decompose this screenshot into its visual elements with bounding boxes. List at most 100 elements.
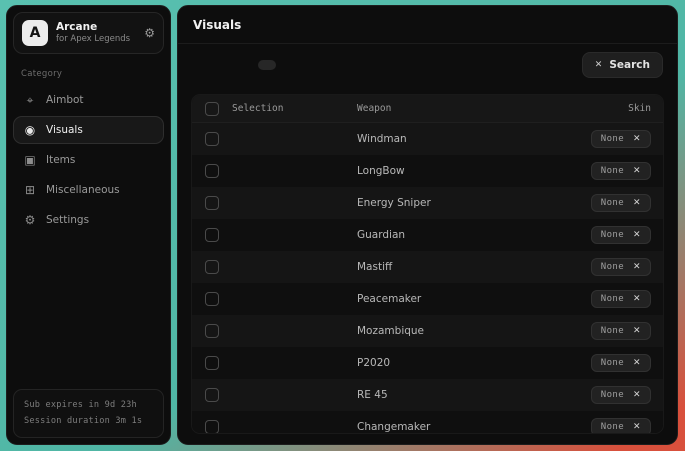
skin-value: None <box>601 390 624 400</box>
skin-table: Selection Weapon Skin Windman None <box>191 94 664 434</box>
clear-skin-icon[interactable]: ✕ <box>633 230 641 240</box>
skin-value: None <box>601 358 624 368</box>
app-window: A Arcane for Apex Legends ⚙ Category ⌖ A… <box>6 5 678 445</box>
skin-select[interactable]: None ✕ <box>591 322 651 340</box>
clear-skin-icon[interactable]: ✕ <box>633 422 641 432</box>
tab-offscreen[interactable] <box>236 60 254 70</box>
weapon-name: Peacemaker <box>357 293 591 305</box>
row-checkbox[interactable] <box>205 164 219 178</box>
skin-select[interactable]: None ✕ <box>591 226 651 244</box>
tab-highlight[interactable] <box>302 60 320 70</box>
sidebar-nav: ⌖ Aimbot ◉ Visuals ▣ Items ⊞ Miscellaneo… <box>13 86 164 234</box>
clear-skin-icon[interactable]: ✕ <box>633 326 641 336</box>
clear-skin-icon[interactable]: ✕ <box>633 166 641 176</box>
app-logo: A <box>22 20 48 46</box>
skin-select[interactable]: None ✕ <box>591 194 651 212</box>
table-row: Guardian None ✕ <box>192 219 663 251</box>
table-row: Mastiff None ✕ <box>192 251 663 283</box>
sidebar-item-settings[interactable]: ⚙ Settings <box>13 206 164 234</box>
select-all-checkbox[interactable] <box>205 102 219 116</box>
app-subtitle: for Apex Legends <box>56 34 136 45</box>
row-checkbox[interactable] <box>205 260 219 274</box>
crosshair-icon: ⌖ <box>23 93 37 108</box>
table-row: Changemaker None ✕ <box>192 411 663 434</box>
skin-value: None <box>601 262 624 272</box>
skin-value: None <box>601 326 624 336</box>
weapon-name: Guardian <box>357 229 591 241</box>
row-checkbox[interactable] <box>205 356 219 370</box>
table-row: LongBow None ✕ <box>192 155 663 187</box>
weapon-name: Energy Sniper <box>357 197 591 209</box>
app-name: Arcane <box>56 21 136 34</box>
grid-icon: ⊞ <box>23 183 37 197</box>
skin-value: None <box>601 166 624 176</box>
session-duration-text: Session duration 3m 1s <box>24 414 153 429</box>
table-row: Peacemaker None ✕ <box>192 283 663 315</box>
clear-skin-icon[interactable]: ✕ <box>633 390 641 400</box>
table-row: Mozambique None ✕ <box>192 315 663 347</box>
skin-select[interactable]: None ✕ <box>591 258 651 276</box>
clear-skin-icon[interactable]: ✕ <box>633 198 641 208</box>
skin-select[interactable]: None ✕ <box>591 386 651 404</box>
tab-list <box>192 60 320 70</box>
clear-skin-icon[interactable]: ✕ <box>633 294 641 304</box>
skin-value: None <box>601 198 624 208</box>
sidebar: A Arcane for Apex Legends ⚙ Category ⌖ A… <box>6 5 171 445</box>
sidebar-item-label: Miscellaneous <box>46 184 120 196</box>
tabs-row: ✕ Search <box>178 44 677 84</box>
row-checkbox[interactable] <box>205 196 219 210</box>
skin-select[interactable]: None ✕ <box>591 418 651 434</box>
skin-value: None <box>601 230 624 240</box>
clear-skin-icon[interactable]: ✕ <box>633 262 641 272</box>
sidebar-item-items[interactable]: ▣ Items <box>13 146 164 174</box>
row-checkbox[interactable] <box>205 324 219 338</box>
table-row: P2020 None ✕ <box>192 347 663 379</box>
table-row: Windman None ✕ <box>192 123 663 155</box>
eye-icon: ◉ <box>23 123 37 137</box>
skin-select[interactable]: None ✕ <box>591 162 651 180</box>
skin-select[interactable]: None ✕ <box>591 130 651 148</box>
search-icon: ✕ <box>595 60 603 70</box>
row-checkbox[interactable] <box>205 292 219 306</box>
sidebar-item-miscellaneous[interactable]: ⊞ Miscellaneous <box>13 176 164 204</box>
weapon-header: Weapon <box>357 103 628 114</box>
sub-expiry-text: Sub expires in 9d 23h <box>24 398 153 413</box>
tab-skin-changer[interactable] <box>258 60 276 70</box>
row-checkbox[interactable] <box>205 228 219 242</box>
weapon-name: Windman <box>357 133 591 145</box>
row-checkbox[interactable] <box>205 420 219 434</box>
skin-value: None <box>601 134 624 144</box>
category-label: Category <box>21 69 164 79</box>
weapon-name: Mastiff <box>357 261 591 273</box>
box-icon: ▣ <box>23 153 37 167</box>
table-body: Windman None ✕ LongBow <box>192 123 663 434</box>
weapon-name: Mozambique <box>357 325 591 337</box>
row-checkbox[interactable] <box>205 388 219 402</box>
tab-players[interactable] <box>192 60 210 70</box>
tab-crosshair[interactable] <box>280 60 298 70</box>
clear-skin-icon[interactable]: ✕ <box>633 134 641 144</box>
main-panel: Visuals ✕ Search Selection Weapon Skin <box>177 5 678 445</box>
gear-icon[interactable]: ⚙ <box>144 26 155 40</box>
sidebar-item-visuals[interactable]: ◉ Visuals <box>13 116 164 144</box>
skin-value: None <box>601 422 624 432</box>
table-row: RE 45 None ✕ <box>192 379 663 411</box>
page-title: Visuals <box>193 18 662 32</box>
sidebar-item-label: Items <box>46 154 75 166</box>
gear-icon: ⚙ <box>23 213 37 227</box>
weapon-name: P2020 <box>357 357 591 369</box>
skin-header: Skin <box>628 103 663 114</box>
table-header: Selection Weapon Skin <box>192 95 663 123</box>
sidebar-item-label: Settings <box>46 214 89 226</box>
tab-radar[interactable] <box>214 60 232 70</box>
selection-header: Selection <box>232 103 357 114</box>
sidebar-item-label: Aimbot <box>46 94 84 106</box>
clear-skin-icon[interactable]: ✕ <box>633 358 641 368</box>
skin-select[interactable]: None ✕ <box>591 290 651 308</box>
sidebar-item-aimbot[interactable]: ⌖ Aimbot <box>13 86 164 114</box>
search-button[interactable]: ✕ Search <box>582 52 663 78</box>
row-checkbox[interactable] <box>205 132 219 146</box>
weapon-name: LongBow <box>357 165 591 177</box>
weapon-name: Changemaker <box>357 421 591 433</box>
skin-select[interactable]: None ✕ <box>591 354 651 372</box>
